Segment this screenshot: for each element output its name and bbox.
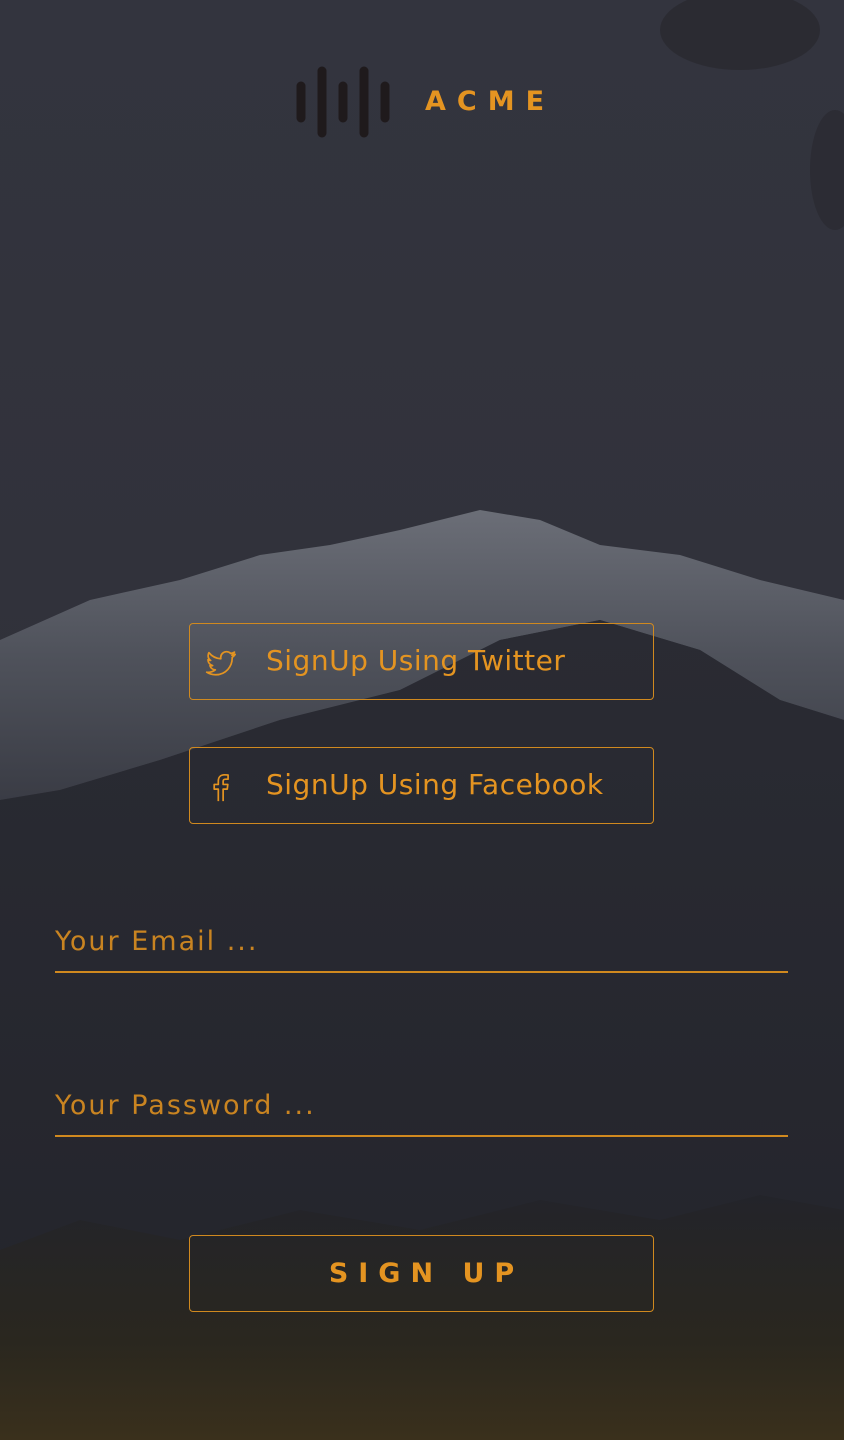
signup-submit-button[interactable]: SIGN UP bbox=[189, 1235, 654, 1312]
signup-submit-label: SIGN UP bbox=[328, 1258, 525, 1289]
brand-name: ACME bbox=[425, 86, 556, 117]
email-input[interactable] bbox=[55, 921, 788, 973]
signup-facebook-label: SignUp Using Facebook bbox=[266, 768, 604, 801]
sound-bars-icon bbox=[296, 66, 390, 138]
background-mountain-image bbox=[0, 0, 844, 1440]
signup-twitter-label: SignUp Using Twitter bbox=[266, 644, 566, 677]
password-field-wrapper bbox=[55, 1085, 788, 1137]
twitter-bird-icon bbox=[205, 650, 237, 676]
password-input[interactable] bbox=[55, 1085, 788, 1137]
facebook-f-icon bbox=[213, 773, 229, 802]
signup-facebook-button[interactable]: SignUp Using Facebook bbox=[189, 747, 654, 824]
signup-twitter-button[interactable]: SignUp Using Twitter bbox=[189, 623, 654, 700]
email-field-wrapper bbox=[55, 921, 788, 973]
